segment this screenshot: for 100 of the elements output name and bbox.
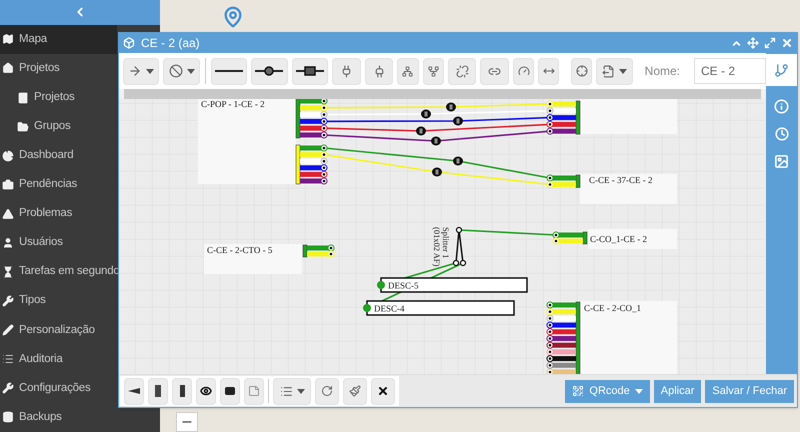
shape-button[interactable] (124, 378, 144, 404)
close-icon[interactable] (781, 37, 793, 49)
cable-label: C-CE - 2-CO_1 (584, 303, 641, 313)
caret-icon (146, 68, 154, 74)
terminal-port-icon[interactable] (377, 281, 385, 289)
menu-item-icon (2, 266, 14, 278)
sidebar-item[interactable]: Configurações (0, 374, 117, 403)
clock-icon[interactable] (774, 127, 788, 141)
sidebar-item[interactable]: Usuários (0, 228, 117, 258)
terminal-label: DESC-5 (388, 280, 419, 290)
fiber-port-icon[interactable] (320, 99, 328, 104)
connector-button[interactable] (220, 378, 240, 404)
caret-icon (618, 68, 627, 74)
menu-item-icon (2, 178, 14, 191)
name-input[interactable]: CE - 2 (694, 58, 766, 84)
cable-label: C-CE - 37-CE - 2 (589, 175, 652, 185)
line-circle-button[interactable] (251, 58, 288, 84)
bar-button[interactable] (172, 378, 192, 404)
arrow-dropdown-button[interactable] (123, 58, 160, 84)
sidebar-item[interactable]: Backups (0, 402, 117, 432)
bar-icon (180, 385, 184, 397)
branch-icon (402, 66, 414, 76)
branch-icon (774, 62, 789, 78)
sidebar-item[interactable]: Projetos (0, 54, 117, 83)
link-button[interactable] (480, 58, 510, 84)
splice-icon[interactable] (431, 136, 441, 146)
connector-in-button[interactable] (332, 58, 361, 84)
sidebar-item[interactable]: Tarefas em segundo (0, 257, 117, 287)
menu-item-icon (17, 92, 29, 104)
eye-button[interactable] (196, 378, 216, 404)
image-icon[interactable] (774, 154, 789, 169)
unlink-icon (456, 64, 468, 78)
menu-item-icon (2, 411, 14, 424)
connector-out-button[interactable] (364, 58, 394, 84)
splice-icon[interactable] (453, 116, 463, 126)
branch-button[interactable] (397, 58, 419, 84)
map-pin-icon[interactable] (222, 6, 244, 28)
menu-item-icon (2, 150, 14, 162)
line-square-button[interactable] (292, 58, 328, 84)
brush-button[interactable] (343, 378, 367, 404)
rotate-button[interactable] (315, 378, 339, 404)
move-icon[interactable] (747, 37, 759, 49)
branch-button[interactable] (422, 58, 444, 84)
menu-item-icon (2, 62, 14, 74)
maximize-icon[interactable] (764, 37, 776, 49)
resize-button[interactable] (538, 58, 560, 84)
note-icon (248, 385, 260, 397)
ban-dropdown-button[interactable] (163, 58, 200, 84)
menu-item-icon (2, 324, 14, 336)
cable-label: C-POP - 1-CE - 2 (201, 99, 265, 109)
caret-icon (634, 388, 643, 394)
splitter-drawing[interactable] (452, 226, 466, 266)
eye-icon (200, 385, 212, 397)
sidebar-item[interactable]: Projetos (0, 82, 117, 112)
plug-icon (372, 64, 386, 78)
plug-icon (340, 64, 353, 78)
line-button[interactable] (210, 58, 248, 84)
bar-icon (155, 385, 161, 397)
caret-icon (296, 388, 304, 394)
splitter-label: Splitter 1 (01x02 AF) (432, 227, 451, 266)
zoom-out-button[interactable]: – (176, 412, 198, 432)
export-icon (602, 64, 615, 78)
info-icon[interactable] (774, 99, 789, 114)
splice-icon[interactable] (453, 156, 463, 166)
line-with-circle-icon (255, 66, 284, 76)
remove-button[interactable] (371, 378, 395, 404)
bar-button[interactable] (148, 378, 168, 404)
ban-icon (168, 64, 183, 78)
gauge-button[interactable] (513, 58, 534, 84)
menu-item-icon (2, 382, 14, 394)
splice-icon[interactable] (421, 110, 431, 118)
wedge-icon (128, 388, 140, 394)
menu-item-icon (17, 120, 29, 133)
list-dropdown-button[interactable] (273, 378, 311, 404)
center-button[interactable] (571, 58, 592, 84)
splice-icon[interactable] (416, 126, 426, 136)
export-dropdown-button[interactable] (596, 58, 633, 84)
list-icon (280, 384, 292, 398)
sidebar-item[interactable]: Dashboard (0, 141, 117, 170)
brush-icon (349, 385, 361, 397)
gauge-icon (518, 65, 530, 77)
branch-panel-button[interactable] (766, 54, 797, 86)
menu-item-icon (2, 236, 14, 249)
horizontal-scrollbar[interactable] (119, 89, 766, 99)
sidebar-item[interactable]: Auditoria (0, 344, 117, 374)
cable-label: C-CO_1-CE - 2 (590, 234, 647, 244)
sidebar-item[interactable]: Pendências (0, 170, 117, 200)
splice-icon[interactable] (446, 102, 456, 112)
menu-item-icon (2, 33, 14, 46)
rotate-icon (321, 385, 333, 397)
terminal-port-icon[interactable] (363, 304, 371, 312)
sidebar-item[interactable]: Problemas (0, 199, 117, 228)
crosshair-icon (576, 65, 588, 77)
caret-icon (186, 68, 195, 74)
splice-icon[interactable] (432, 168, 442, 176)
sidebar-item[interactable]: Grupos (0, 112, 117, 142)
sidebar-item[interactable]: Personalização (0, 316, 117, 345)
unlink-button[interactable] (448, 58, 476, 84)
sidebar-item[interactable]: Mapa (0, 24, 117, 54)
sidebar-item[interactable]: Tipos (0, 286, 117, 316)
